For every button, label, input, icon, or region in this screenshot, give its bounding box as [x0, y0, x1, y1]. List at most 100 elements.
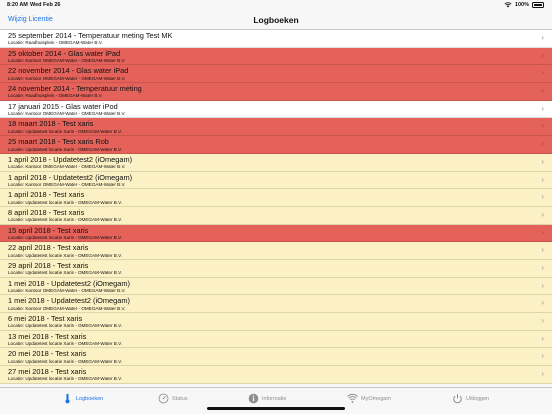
chevron-right-icon: ›	[541, 262, 544, 272]
logbook-location: Locatie: Updatetest locatie Xaris - OMEG…	[8, 341, 123, 347]
tab-label: Status	[172, 395, 188, 402]
chevron-right-icon: ›	[541, 369, 544, 379]
logbook-title: 1 april 2018 - Updatetest2 (iOmegam)	[8, 154, 133, 164]
tab-informatie[interactable]: Informatie	[248, 393, 286, 404]
chevron-right-icon: ›	[541, 351, 544, 361]
chevron-right-icon: ›	[541, 298, 544, 308]
logbook-location: Locatie: Kantoor OMEGAM-Water - OMEGAM-W…	[8, 305, 126, 311]
logbook-title: 25 maart 2018 - Test xaris Rob	[8, 137, 109, 147]
logbook-title: 1 april 2018 - Test xaris	[8, 190, 85, 200]
power-icon	[453, 394, 462, 404]
list-item[interactable]: 1 april 2018 - Test xaris Locatie: Update…	[0, 189, 552, 207]
logbook-location: Locatie: Kantoor OMEGAM-Water - OMEGAM-W…	[8, 164, 126, 170]
status-right: 100%	[504, 2, 544, 8]
wifi-status-icon	[504, 2, 512, 8]
logbook-title: 17 januari 2015 - Glas water iPod	[8, 101, 118, 111]
chevron-right-icon: ›	[541, 245, 544, 255]
list-item[interactable]: 25 september 2014 - Temperatuur meting T…	[0, 30, 552, 48]
logbook-title: 29 april 2018 - Test xaris	[8, 260, 89, 270]
list-item[interactable]: 25 maart 2018 - Test xaris Rob Locatie: U…	[0, 136, 552, 154]
list-item[interactable]: 15 april 2018 - Test xaris Locatie: Updat…	[0, 224, 552, 243]
list-item[interactable]: 1 april 2018 - Updatetest2 (iOmegam) Loca…	[0, 171, 552, 190]
battery-icon	[532, 2, 544, 8]
status-date: Wed Feb 26	[30, 2, 61, 8]
logbook-title: 13 mei 2018 - Test xaris	[8, 331, 87, 341]
page-title: Logboeken	[253, 15, 299, 25]
logbook-title: 6 mei 2018 - Test xaris	[8, 314, 83, 323]
logbook-location: Locatie: Updatetest locatie Xaris - OMEG…	[8, 199, 123, 205]
list-item[interactable]: 1 mei 2018 - Updatetest2 (iOmegam) Locati…	[0, 277, 552, 296]
tab-uitloggen[interactable]: Uitloggen	[452, 393, 489, 404]
chevron-right-icon: ›	[541, 86, 544, 96]
logbook-title: 27 mei 2018 - Test xaris	[8, 367, 87, 377]
list-item[interactable]: 25 oktober 2014 - Glas water iPad Locatie…	[0, 47, 552, 66]
chevron-right-icon: ›	[541, 280, 544, 290]
logbook-title: 1 april 2018 - Updatetest2 (iOmegam)	[8, 172, 133, 182]
logbook-location: Locatie: Updatetest locatie Xaris - OMEG…	[8, 234, 123, 240]
logbook-location: Locatie: Updatetest locatie Xaris - OMEG…	[8, 146, 123, 152]
tab-label: MyOmegam	[361, 395, 391, 402]
logbook-location: Locatie: Updatetest locatie Xaris - OMEG…	[8, 252, 123, 258]
logbook-title: 1 mei 2018 - Updatetest2 (iOmegam)	[8, 296, 130, 306]
logbook-list[interactable]: 25 september 2014 - Temperatuur meting T…	[0, 30, 552, 387]
status-bar: 8:20 AM Wed Feb 26 100%	[0, 0, 552, 10]
list-item[interactable]: 6 mei 2018 - Test xaris Locatie: Updatete…	[0, 313, 552, 331]
logbook-location: Locatie: Raadhuisplein - OMEGAM-Water B.…	[8, 93, 103, 99]
chevron-right-icon: ›	[541, 103, 544, 113]
logbook-title: 22 november 2014 - Glas water iPad	[8, 66, 129, 76]
logbook-title: 1 mei 2018 - Updatetest2 (iOmegam)	[8, 278, 130, 288]
list-item[interactable]: 13 mei 2018 - Test xaris Locatie: Updatet…	[0, 330, 552, 349]
tab-label: Informatie	[262, 395, 287, 402]
tab-status[interactable]: Status	[158, 393, 188, 404]
logbook-title: 25 oktober 2014 - Glas water iPad	[8, 48, 121, 58]
chevron-right-icon: ›	[541, 192, 544, 202]
status-time: 8:20 AM	[7, 2, 28, 8]
logbook-title: 22 april 2018 - Test xaris	[8, 243, 89, 253]
logbook-title: 8 april 2018 - Test xaris	[8, 207, 85, 217]
navigation-bar: Wijzig Licentie Logboeken	[0, 10, 552, 30]
chevron-right-icon: ›	[541, 121, 544, 131]
tab-myomegam[interactable]: MyOmegam	[347, 393, 391, 404]
list-item[interactable]: 20 mei 2018 - Test xaris Locatie: Updatet…	[0, 348, 552, 367]
list-item[interactable]: 17 januari 2015 - Glas water iPod Locatie…	[0, 100, 552, 119]
chevron-right-icon: ›	[541, 50, 544, 60]
logbook-location: Locatie: Updatetest locatie Xaris - OMEG…	[8, 217, 123, 223]
list-item[interactable]: 8 april 2018 - Test xaris Locatie: Update…	[0, 206, 552, 225]
battery-percent: 100%	[514, 2, 529, 8]
logbook-location: Locatie: Kantoor OMEGAM-Water - OMEGAM-W…	[8, 75, 126, 81]
logbook-location: Locatie: Kantoor OMEGAM-Water - OMEGAM-W…	[8, 58, 126, 64]
list-item[interactable]: 22 april 2018 - Test xaris Locatie: Updat…	[0, 242, 552, 260]
logbook-location: Locatie: Updatetest locatie Xaris - OMEG…	[8, 270, 123, 276]
chevron-right-icon: ›	[541, 316, 544, 325]
home-indicator	[207, 407, 345, 410]
list-item[interactable]: 1 mei 2018 - Updatetest2 (iOmegam) Locati…	[0, 295, 552, 313]
logbook-location: Locatie: Raadhuisplein - OMEGAM-Water B.…	[8, 40, 103, 46]
chevron-right-icon: ›	[541, 33, 544, 42]
list-item[interactable]: 22 november 2014 - Glas water iPad Locati…	[0, 65, 552, 84]
logbook-title: 20 mei 2018 - Test xaris	[8, 349, 87, 359]
logbook-location: Locatie: Kantoor OMEGAM-Water - OMEGAM-W…	[8, 111, 126, 117]
chevron-right-icon: ›	[541, 209, 544, 219]
logbook-location: Locatie: Kantoor OMEGAM-Water - OMEGAM-W…	[8, 181, 126, 187]
list-item[interactable]: 24 november 2014 - Temperatuur meting Loc…	[0, 83, 552, 101]
list-item[interactable]: 27 mei 2018 - Test xaris Locatie: Updatet…	[0, 366, 552, 384]
chevron-right-icon: ›	[541, 68, 544, 78]
wifi-icon	[347, 393, 358, 403]
logbook-location: Locatie: Updatetest locatie Xaris - OMEG…	[8, 376, 123, 382]
list-item[interactable]: 1 april 2018 - Updatetest2 (iOmegam) Loca…	[0, 153, 552, 172]
gauge-icon	[158, 393, 169, 404]
list-item[interactable]: 29 april 2018 - Test xaris Locatie: Updat…	[0, 259, 552, 278]
logbook-location: Locatie: Updatetest locatie Xaris - OMEG…	[8, 323, 123, 329]
tab-logboeken[interactable]: Logboeken	[62, 393, 103, 404]
chevron-right-icon: ›	[541, 174, 544, 184]
logbook-title: 25 september 2014 - Temperatuur meting T…	[8, 31, 173, 40]
logbook-title: 24 november 2014 - Temperatuur meting	[8, 84, 142, 94]
chevron-right-icon: ›	[541, 333, 544, 343]
chevron-right-icon: ›	[541, 156, 544, 166]
list-item[interactable]: 18 maart 2018 - Test xaris Locatie: Updat…	[0, 118, 552, 137]
logbook-title: 18 maart 2018 - Test xaris	[8, 119, 94, 129]
logbook-title: 15 april 2018 - Test xaris	[8, 225, 89, 235]
tab-label: Uitloggen	[466, 395, 490, 402]
logbook-location: Locatie: Updatetest locatie Xaris - OMEG…	[8, 358, 123, 364]
logbook-location: Locatie: Updatetest locatie Xaris - OMEG…	[8, 128, 123, 134]
